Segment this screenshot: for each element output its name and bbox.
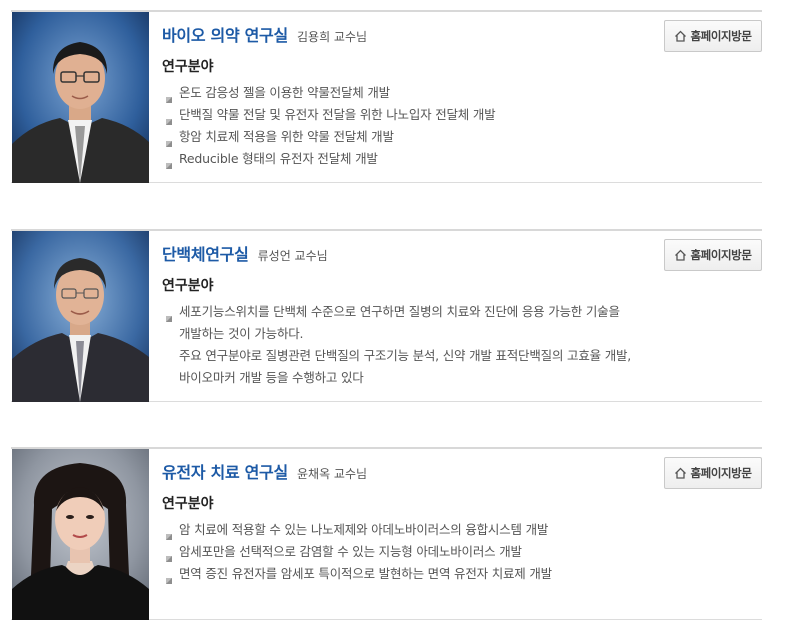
home-icon	[674, 30, 687, 42]
paragraph-line: 세포기능스위치를 단백체 수준으로 연구하면 질병의 치료와 진단에 응용 가능…	[179, 304, 620, 319]
lab-card: 바이오 의약 연구실 김용희 교수님 홈페이지방문 연구분야 온도 감응성 젤을…	[11, 10, 762, 183]
lab-title-row: 바이오 의약 연구실 김용희 교수님	[162, 22, 367, 46]
paragraph-line: 개발하는 것이 가능하다.	[179, 326, 304, 341]
lab-title-row: 단백체연구실 류성언 교수님	[162, 241, 328, 265]
square-bullet-icon	[165, 89, 173, 103]
professor-photo	[12, 449, 149, 620]
professor-name: 류성언 교수님	[257, 249, 328, 263]
research-list: 암 치료에 적용할 수 있는 나노제제와 아데노바이러스의 융합시스템 개발 암…	[162, 519, 552, 585]
professor-name: 윤채옥 교수님	[297, 467, 368, 481]
home-icon	[674, 467, 687, 479]
research-field-label: 연구분야	[162, 496, 214, 512]
paragraph-line: 주요 연구분야로 질병관련 단백질의 구조기능 분석, 신약 개발 표적단백질의…	[179, 348, 632, 363]
professor-name: 김용희 교수님	[297, 30, 368, 44]
square-bullet-icon	[165, 548, 173, 562]
research-item-text: 면역 증진 유전자를 암세포 특이적으로 발현하는 면역 유전자 치료제 개발	[179, 566, 552, 581]
homepage-visit-button[interactable]: 홈페이지방문	[664, 457, 762, 489]
lab-info: 유전자 치료 연구실 윤채옥 교수님 홈페이지방문 연구분야 암 치료에 적용할…	[162, 449, 762, 619]
list-item: 항암 치료제 적용을 위한 약물 전달체 개발	[162, 126, 495, 148]
list-item: 온도 감응성 젤을 이용한 약물전달체 개발	[162, 82, 495, 104]
list-item: 암 치료에 적용할 수 있는 나노제제와 아데노바이러스의 융합시스템 개발	[162, 519, 552, 541]
research-item-text: 암 치료에 적용할 수 있는 나노제제와 아데노바이러스의 융합시스템 개발	[179, 522, 549, 537]
research-item-text: 암세포만을 선택적으로 감염할 수 있는 지능형 아데노바이러스 개발	[179, 544, 522, 559]
lab-info: 바이오 의약 연구실 김용희 교수님 홈페이지방문 연구분야 온도 감응성 젤을…	[162, 12, 762, 182]
lab-info: 단백체연구실 류성언 교수님 홈페이지방문 연구분야 세포기능스위치를 단백체 …	[162, 231, 762, 401]
homepage-visit-label: 홈페이지방문	[690, 466, 752, 480]
research-field-label: 연구분야	[162, 278, 214, 294]
lab-title[interactable]: 바이오 의약 연구실	[162, 26, 288, 45]
square-bullet-icon	[165, 570, 173, 584]
square-bullet-icon	[165, 133, 173, 147]
square-bullet-icon	[165, 155, 173, 169]
paragraph-line: 바이오마커 개발 등을 수행하고 있다	[179, 370, 364, 385]
square-bullet-icon	[165, 308, 173, 322]
homepage-visit-label: 홈페이지방문	[690, 248, 752, 262]
research-item-text: 온도 감응성 젤을 이용한 약물전달체 개발	[179, 85, 390, 100]
list-item: Reducible 형태의 유전자 전달체 개발	[162, 148, 495, 170]
lab-title[interactable]: 유전자 치료 연구실	[162, 463, 288, 482]
homepage-visit-button[interactable]: 홈페이지방문	[664, 20, 762, 52]
research-list: 온도 감응성 젤을 이용한 약물전달체 개발 단백질 약물 전달 및 유전자 전…	[162, 82, 496, 170]
professor-photo	[12, 12, 149, 183]
research-field-label: 연구분야	[162, 59, 214, 75]
research-item-text: 단백질 약물 전달 및 유전자 전달을 위한 나노입자 전달체 개발	[179, 107, 496, 122]
list-item: 암세포만을 선택적으로 감염할 수 있는 지능형 아데노바이러스 개발	[162, 541, 552, 563]
professor-photo	[12, 231, 149, 402]
research-item-text: Reducible 형태의 유전자 전달체 개발	[179, 151, 378, 166]
square-bullet-icon	[165, 111, 173, 125]
lab-card: 유전자 치료 연구실 윤채옥 교수님 홈페이지방문 연구분야 암 치료에 적용할…	[11, 447, 762, 620]
square-bullet-icon	[165, 526, 173, 540]
homepage-visit-button[interactable]: 홈페이지방문	[664, 239, 762, 271]
lab-title[interactable]: 단백체연구실	[162, 245, 249, 264]
lab-card: 단백체연구실 류성언 교수님 홈페이지방문 연구분야 세포기능스위치를 단백체 …	[11, 229, 762, 402]
research-item-text: 항암 치료제 적용을 위한 약물 전달체 개발	[179, 129, 394, 144]
list-item: 면역 증진 유전자를 암세포 특이적으로 발현하는 면역 유전자 치료제 개발	[162, 563, 552, 585]
home-icon	[674, 249, 687, 261]
lab-title-row: 유전자 치료 연구실 윤채옥 교수님	[162, 459, 367, 483]
list-item: 단백질 약물 전달 및 유전자 전달을 위한 나노입자 전달체 개발	[162, 104, 496, 126]
research-paragraph: 세포기능스위치를 단백체 수준으로 연구하면 질병의 치료와 진단에 응용 가능…	[162, 301, 631, 389]
homepage-visit-label: 홈페이지방문	[690, 29, 752, 43]
